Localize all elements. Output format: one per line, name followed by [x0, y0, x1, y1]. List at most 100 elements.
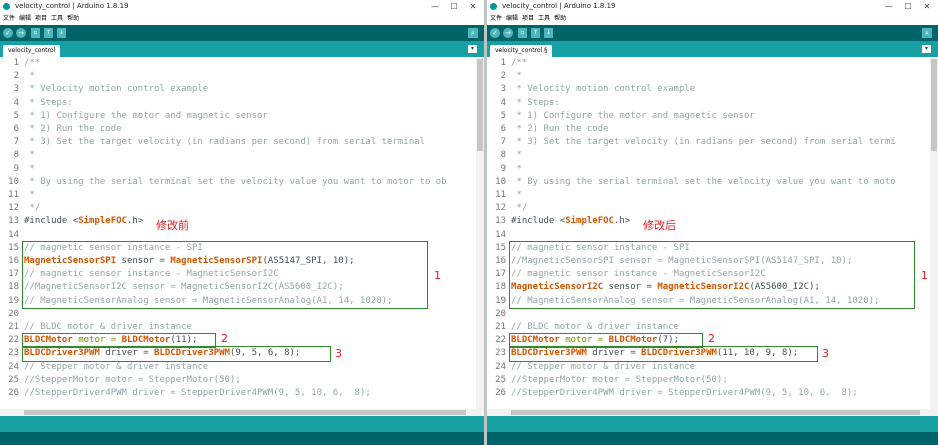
- code-line: * Velocity motion control example: [511, 83, 695, 96]
- code-token: (9, 5, 6, 8);: [229, 348, 301, 359]
- code-token: BLDCDriver3PWM: [641, 348, 717, 359]
- code-line: */: [511, 202, 527, 215]
- arduino-app-icon: [490, 3, 497, 10]
- code-line: // MagneticSensorAnalog sensor = Magneti…: [511, 295, 879, 308]
- code-token: // magnetic sensor instance - MagneticSe…: [24, 269, 279, 280]
- code-line: */: [24, 202, 40, 215]
- code-line: *: [24, 189, 34, 202]
- maximize-button[interactable]: ☐: [899, 0, 917, 13]
- menu-item[interactable]: 帮助: [554, 15, 566, 22]
- code-token: sensor =: [116, 256, 171, 266]
- line-number: 25: [8, 374, 19, 385]
- tab-bar: velocity_control § ▾: [487, 41, 938, 57]
- code-token: SimpleFOC: [565, 216, 614, 227]
- verify-button[interactable]: ✓: [490, 28, 500, 38]
- code-token: (AS5147_SPI, 10);: [262, 256, 355, 266]
- tab-sketch[interactable]: velocity_control §: [490, 45, 553, 57]
- upload-button[interactable]: →: [503, 28, 513, 38]
- menu-item[interactable]: 工具: [51, 15, 63, 22]
- serial-monitor-button[interactable]: ⌕: [468, 28, 478, 38]
- code-line: #include <SimpleFOC.h>: [24, 215, 143, 228]
- code-token: * By using the serial terminal set the v…: [511, 176, 896, 187]
- code-editor[interactable]: 1 2 3 4 5 6 7 8 9 10 11 12 13 14 15 16 17 18 19 20 21 22 23 24 2…: [487, 57, 930, 416]
- upload-button[interactable]: →: [16, 28, 26, 38]
- code-line: // BLDC motor & driver instance: [24, 321, 192, 334]
- open-sketch-button[interactable]: ↑: [44, 28, 53, 38]
- menu-item[interactable]: 帮助: [67, 15, 79, 22]
- serial-monitor-button[interactable]: ⌕: [922, 28, 932, 38]
- code-token: * Steps:: [511, 97, 560, 108]
- line-number: 8: [13, 150, 19, 161]
- horizontal-scrollbar[interactable]: [487, 409, 930, 416]
- close-button[interactable]: ✕: [464, 0, 482, 13]
- code-line: //StepperDriver4PWM driver = StepperDriv…: [24, 387, 371, 400]
- line-number: 19: [8, 295, 19, 306]
- code-token: //MagneticSensorI2C sensor = MagneticSen…: [24, 282, 344, 293]
- menu-item[interactable]: 文件: [3, 15, 15, 22]
- new-sketch-button[interactable]: ▫: [31, 28, 40, 38]
- code-line: /**: [24, 57, 40, 70]
- save-sketch-button[interactable]: ↓: [57, 28, 66, 38]
- maximize-button[interactable]: ☐: [445, 0, 463, 13]
- new-sketch-button[interactable]: ▫: [518, 28, 527, 38]
- console-area: [0, 432, 484, 445]
- line-number: 12: [8, 203, 19, 214]
- minimize-button[interactable]: —: [426, 0, 444, 13]
- code-line: *: [511, 149, 522, 162]
- menu-item[interactable]: 工具: [538, 15, 550, 22]
- line-number: 10: [8, 176, 19, 187]
- callout-1: 1: [434, 269, 441, 283]
- callout-1: 1: [921, 269, 928, 283]
- close-button[interactable]: ✕: [918, 0, 936, 13]
- window-title: velocity_control | Arduino 1.8.19: [502, 2, 616, 10]
- line-number: 22: [8, 335, 19, 346]
- code-token: (11, 10, 9, 8);: [716, 348, 799, 359]
- line-number: 2: [13, 71, 19, 82]
- code-line: * Velocity motion control example: [24, 83, 208, 96]
- horizontal-scrollbar[interactable]: [0, 409, 476, 416]
- horizontal-scroll-thumb[interactable]: [511, 410, 920, 415]
- code-token: * Velocity motion control example: [511, 84, 696, 95]
- annotation-label: 修改后: [643, 219, 676, 233]
- line-number: 13: [495, 216, 506, 227]
- line-number: 23: [8, 348, 19, 359]
- vertical-scrollbar[interactable]: [930, 57, 938, 416]
- code-line: *: [511, 189, 521, 202]
- minimize-button[interactable]: —: [880, 0, 898, 13]
- menu-item[interactable]: 项目: [35, 15, 47, 22]
- code-token: BLDCDriver3PWM: [154, 348, 230, 359]
- code-token: motor =: [72, 335, 122, 346]
- line-number: 24: [495, 361, 506, 372]
- horizontal-scroll-thumb[interactable]: [24, 410, 466, 415]
- code-editor[interactable]: 1 2 3 4 5 6 7 8 9 10 11 12 13 14 15 16 17 18 19 20 21 22 23 24 2…: [0, 57, 476, 416]
- tab-menu-button[interactable]: ▾: [922, 45, 931, 53]
- code-token: #include: [24, 216, 73, 227]
- menu-item[interactable]: 编辑: [19, 15, 31, 22]
- menu-item[interactable]: 编辑: [506, 15, 518, 22]
- vertical-scroll-thumb[interactable]: [477, 59, 483, 151]
- line-number: 8: [500, 150, 506, 161]
- callout-2: 2: [221, 332, 228, 346]
- vertical-scroll-thumb[interactable]: [931, 59, 937, 151]
- code-token: *: [511, 150, 522, 161]
- menu-item[interactable]: 文件: [490, 15, 502, 22]
- line-number: 24: [8, 361, 19, 372]
- line-number: 6: [500, 124, 506, 134]
- code-token: BLDCMotor: [608, 335, 658, 346]
- code-token: sensor =: [603, 282, 658, 293]
- line-number: 26: [8, 388, 19, 398]
- code-token: //StepperDriver4PWM driver = StepperDriv…: [24, 388, 371, 398]
- line-number: 26: [495, 388, 506, 398]
- arduino-window-before: velocity_control | Arduino 1.8.19— ☐ ✕ 文件 编辑…: [0, 0, 484, 445]
- save-sketch-button[interactable]: ↓: [544, 28, 553, 38]
- open-sketch-button[interactable]: ↑: [531, 28, 540, 38]
- tab-menu-button[interactable]: ▾: [468, 45, 477, 53]
- code-line: // BLDC motor & driver instance: [511, 321, 679, 334]
- verify-button[interactable]: ✓: [3, 28, 13, 38]
- vertical-scrollbar[interactable]: [476, 57, 484, 416]
- line-number: 17: [8, 269, 19, 280]
- line-number: 15: [495, 242, 506, 253]
- tab-sketch[interactable]: velocity_control: [3, 45, 61, 57]
- code-token: BLDCDriver3PWM: [24, 348, 100, 359]
- menu-item[interactable]: 项目: [522, 15, 534, 22]
